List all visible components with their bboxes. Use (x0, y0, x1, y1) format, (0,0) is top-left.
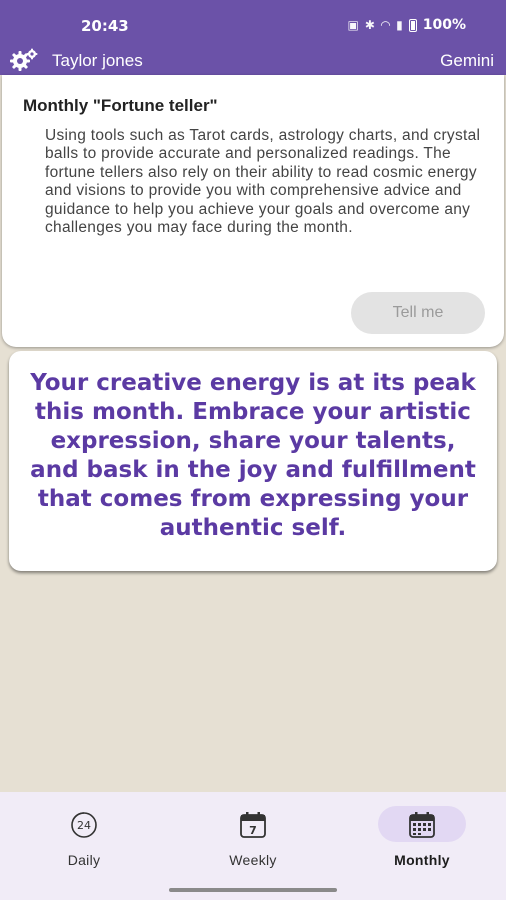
card-description: Using tools such as Tarot cards, astrolo… (45, 127, 481, 237)
calendar-month-icon (409, 812, 435, 838)
reading-text: Your creative energy is at its peak this… (30, 370, 476, 541)
bluetooth-icon: ✱ (364, 18, 375, 32)
nav-label-monthly: Monthly (394, 852, 450, 868)
battery-level: 100% (422, 17, 466, 33)
wifi-icon: ◠ (380, 18, 391, 32)
svg-text:24: 24 (77, 819, 91, 832)
status-time: 20:43 (81, 17, 129, 35)
fortune-teller-card: Monthly "Fortune teller" Using tools suc… (2, 75, 504, 347)
nav-label-daily: Daily (67, 852, 101, 868)
nav-daily[interactable]: 24 Daily (0, 792, 168, 892)
home-indicator[interactable] (169, 888, 337, 892)
zodiac-sign: Gemini (440, 51, 494, 70)
reading-card: Your creative energy is at its peak this… (9, 351, 497, 571)
tell-me-button[interactable]: Tell me (351, 292, 485, 334)
battery-icon (408, 18, 417, 32)
gear-icon[interactable] (8, 47, 38, 73)
clock-24-icon: 24 (71, 812, 97, 838)
nfc-icon: ▣ (347, 18, 359, 32)
calendar-week-icon: 7 (240, 812, 266, 838)
signal-icon: ▮ (396, 18, 403, 32)
nav-label-weekly: Weekly (229, 852, 277, 868)
svg-text:7: 7 (249, 824, 257, 837)
nav-weekly[interactable]: 7 Weekly (169, 792, 337, 892)
status-bar: 20:43 ▣ ✱ ◠ ▮ 100% (0, 0, 506, 46)
status-icons: ▣ ✱ ◠ ▮ 100% (347, 17, 466, 33)
app-bar: Taylor jones Gemini (0, 46, 506, 75)
nav-monthly[interactable]: Monthly (338, 792, 506, 892)
bottom-nav: 24 Daily 7 Weekly Monthly (0, 792, 506, 900)
user-name: Taylor jones (52, 51, 143, 70)
card-title: Monthly "Fortune teller" (23, 96, 218, 115)
